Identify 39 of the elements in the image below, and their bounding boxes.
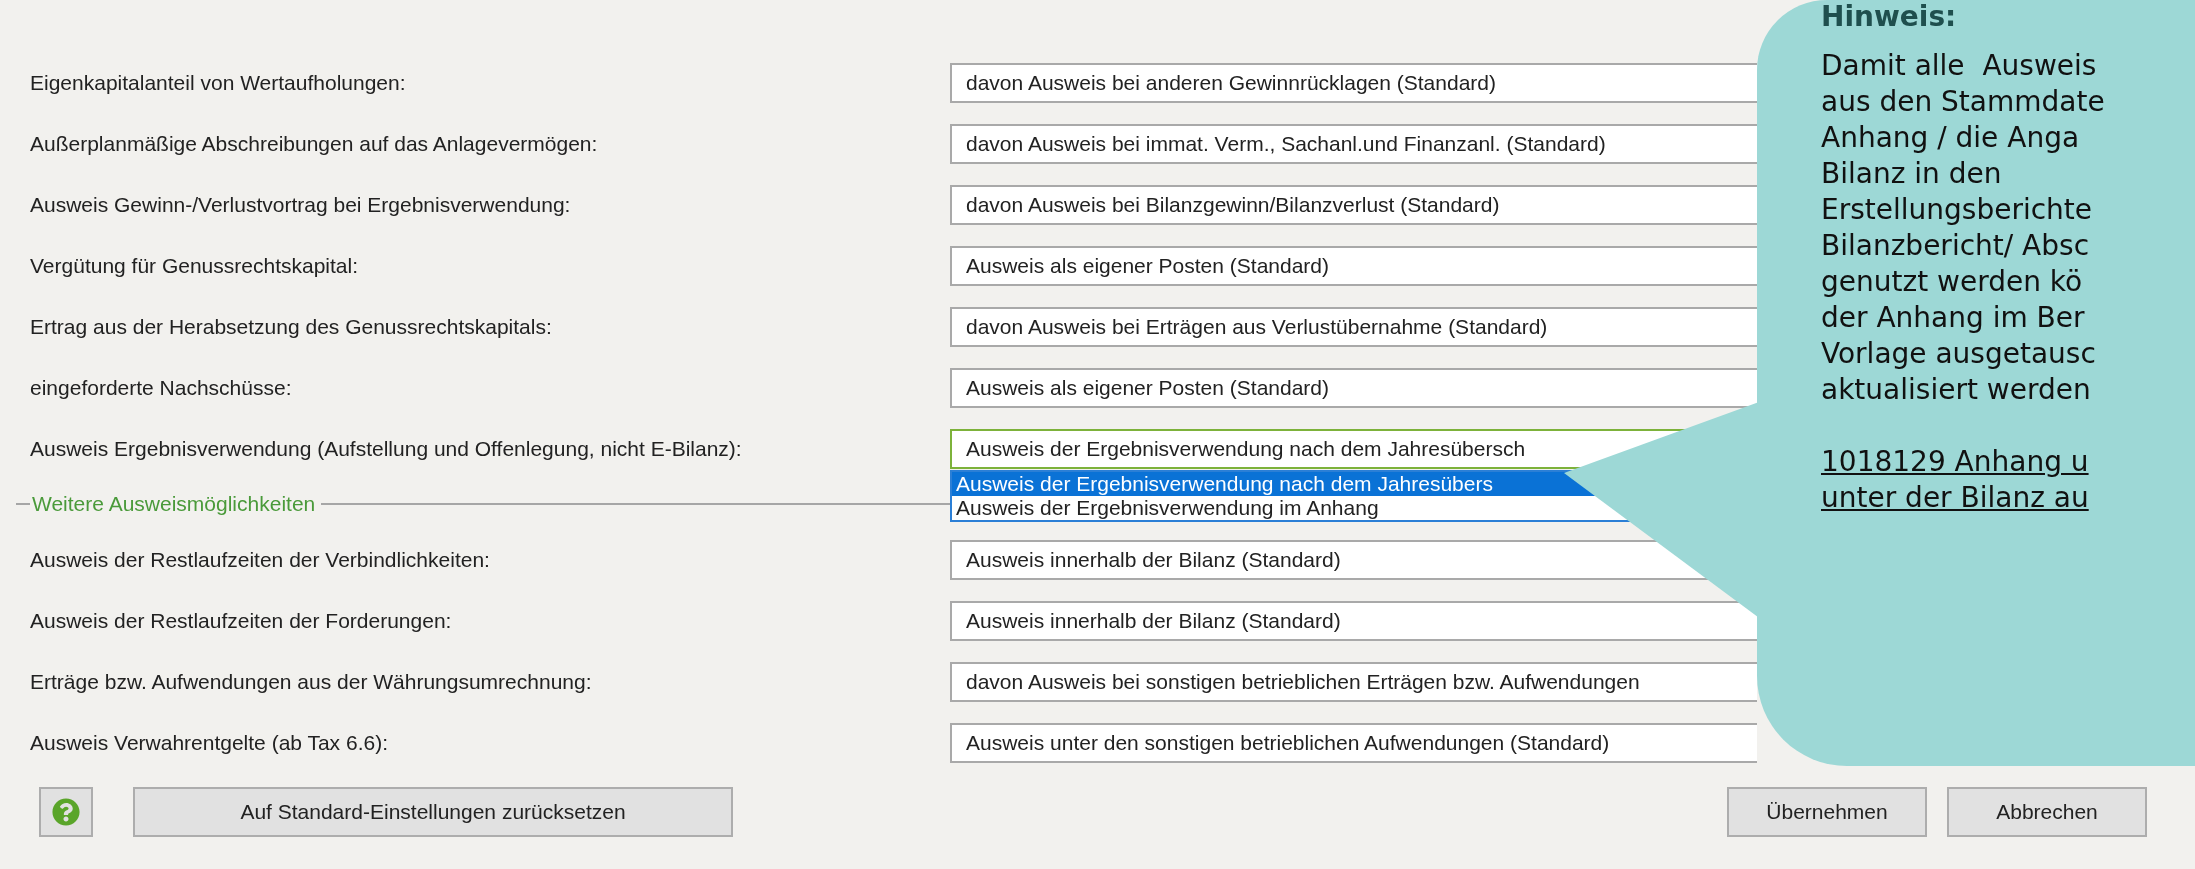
setting-label: Vergütung für Genussrechtskapital:: [30, 253, 360, 278]
dropdown-field[interactable]: davon Ausweis bei Erträgen aus Verlustübernahme (Standard): [950, 306, 1757, 347]
section-title: Weitere Ausweismöglichkeiten: [31, 492, 317, 516]
callout-link[interactable]: 1018129 Anhang u: [1821, 444, 2195, 480]
setting-label: Ertrag aus der Herabsetzung des Genussrechtskapitals:: [30, 314, 553, 339]
callout-text: genutzt werden kö: [1821, 264, 2084, 300]
setting-label: Ausweis der Restlaufzeiten der Forderungen:: [30, 608, 453, 633]
dropdown-field[interactable]: davon Ausweis bei anderen Gewinnrücklagen (Standard): [950, 62, 1757, 103]
help-button[interactable]: [39, 787, 93, 837]
callout-text: aktualisiert werden: [1821, 372, 2092, 408]
dropdown-field[interactable]: davon Ausweis bei sonstigen betrieblichen Erträgen bzw. Aufwendungen: [950, 661, 1757, 702]
setting-label: Ausweis Ergebnisverwendung (Aufstellung und Offenlegung, nicht E-Bilanz):: [30, 436, 743, 461]
setting-label: Eigenkapitalanteil von Wertaufholungen:: [30, 70, 407, 95]
callout-text: der Anhang im Ber: [1821, 300, 2086, 336]
help-icon: [52, 798, 80, 826]
dropdown-field[interactable]: Ausweis innerhalb der Bilanz (Standard): [950, 600, 1757, 641]
callout-text: Damit alle Ausweis: [1821, 48, 2098, 84]
callout-link[interactable]: unter der Bilanz au: [1821, 480, 2195, 516]
cancel-button[interactable]: Abbrechen: [1947, 787, 2147, 837]
reset-button[interactable]: Auf Standard-Einstellungen zurücksetzen: [133, 787, 733, 837]
setting-label: Ausweis Gewinn-/Verlustvortrag bei Ergebnisverwendung:: [30, 192, 572, 217]
dropdown-field[interactable]: davon Ausweis bei Bilanzgewinn/Bilanzverlust (Standard): [950, 184, 1757, 225]
dropdown-field[interactable]: Ausweis als eigener Posten (Standard): [950, 245, 1757, 286]
dropdown-field[interactable]: Ausweis unter den sonstigen betrieblichen Aufwendungen (Standard): [950, 722, 1757, 763]
setting-label: Außerplanmäßige Abschreibungen auf das Anlagevermögen:: [30, 131, 599, 156]
setting-label: Ausweis Verwahrentgelte (ab Tax 6.6):: [30, 730, 389, 755]
callout-text: Vorlage ausgetausc: [1821, 336, 2097, 372]
callout-text: Bilanz in den: [1821, 156, 2003, 192]
apply-button[interactable]: Übernehmen: [1727, 787, 1927, 837]
callout-text: Bilanzbericht/ Absc: [1821, 228, 2091, 264]
setting-label: Erträge bzw. Aufwendungen aus der Währungsumrechnung:: [30, 669, 593, 694]
callout-text: Anhang / die Anga: [1821, 120, 2081, 156]
callout-text: Erstellungsberichte: [1821, 192, 2094, 228]
setting-label: eingeforderte Nachschüsse:: [30, 375, 293, 400]
callout-title: Hinweis:: [1821, 0, 1958, 34]
dropdown-field[interactable]: davon Ausweis bei immat. Verm., Sachanl.und Finanzanl. (Standard): [950, 123, 1757, 164]
dropdown-field[interactable]: Ausweis als eigener Posten (Standard): [950, 367, 1757, 408]
callout-text: aus den Stammdate: [1821, 84, 2106, 120]
setting-label: Ausweis der Restlaufzeiten der Verbindlichkeiten:: [30, 547, 491, 572]
